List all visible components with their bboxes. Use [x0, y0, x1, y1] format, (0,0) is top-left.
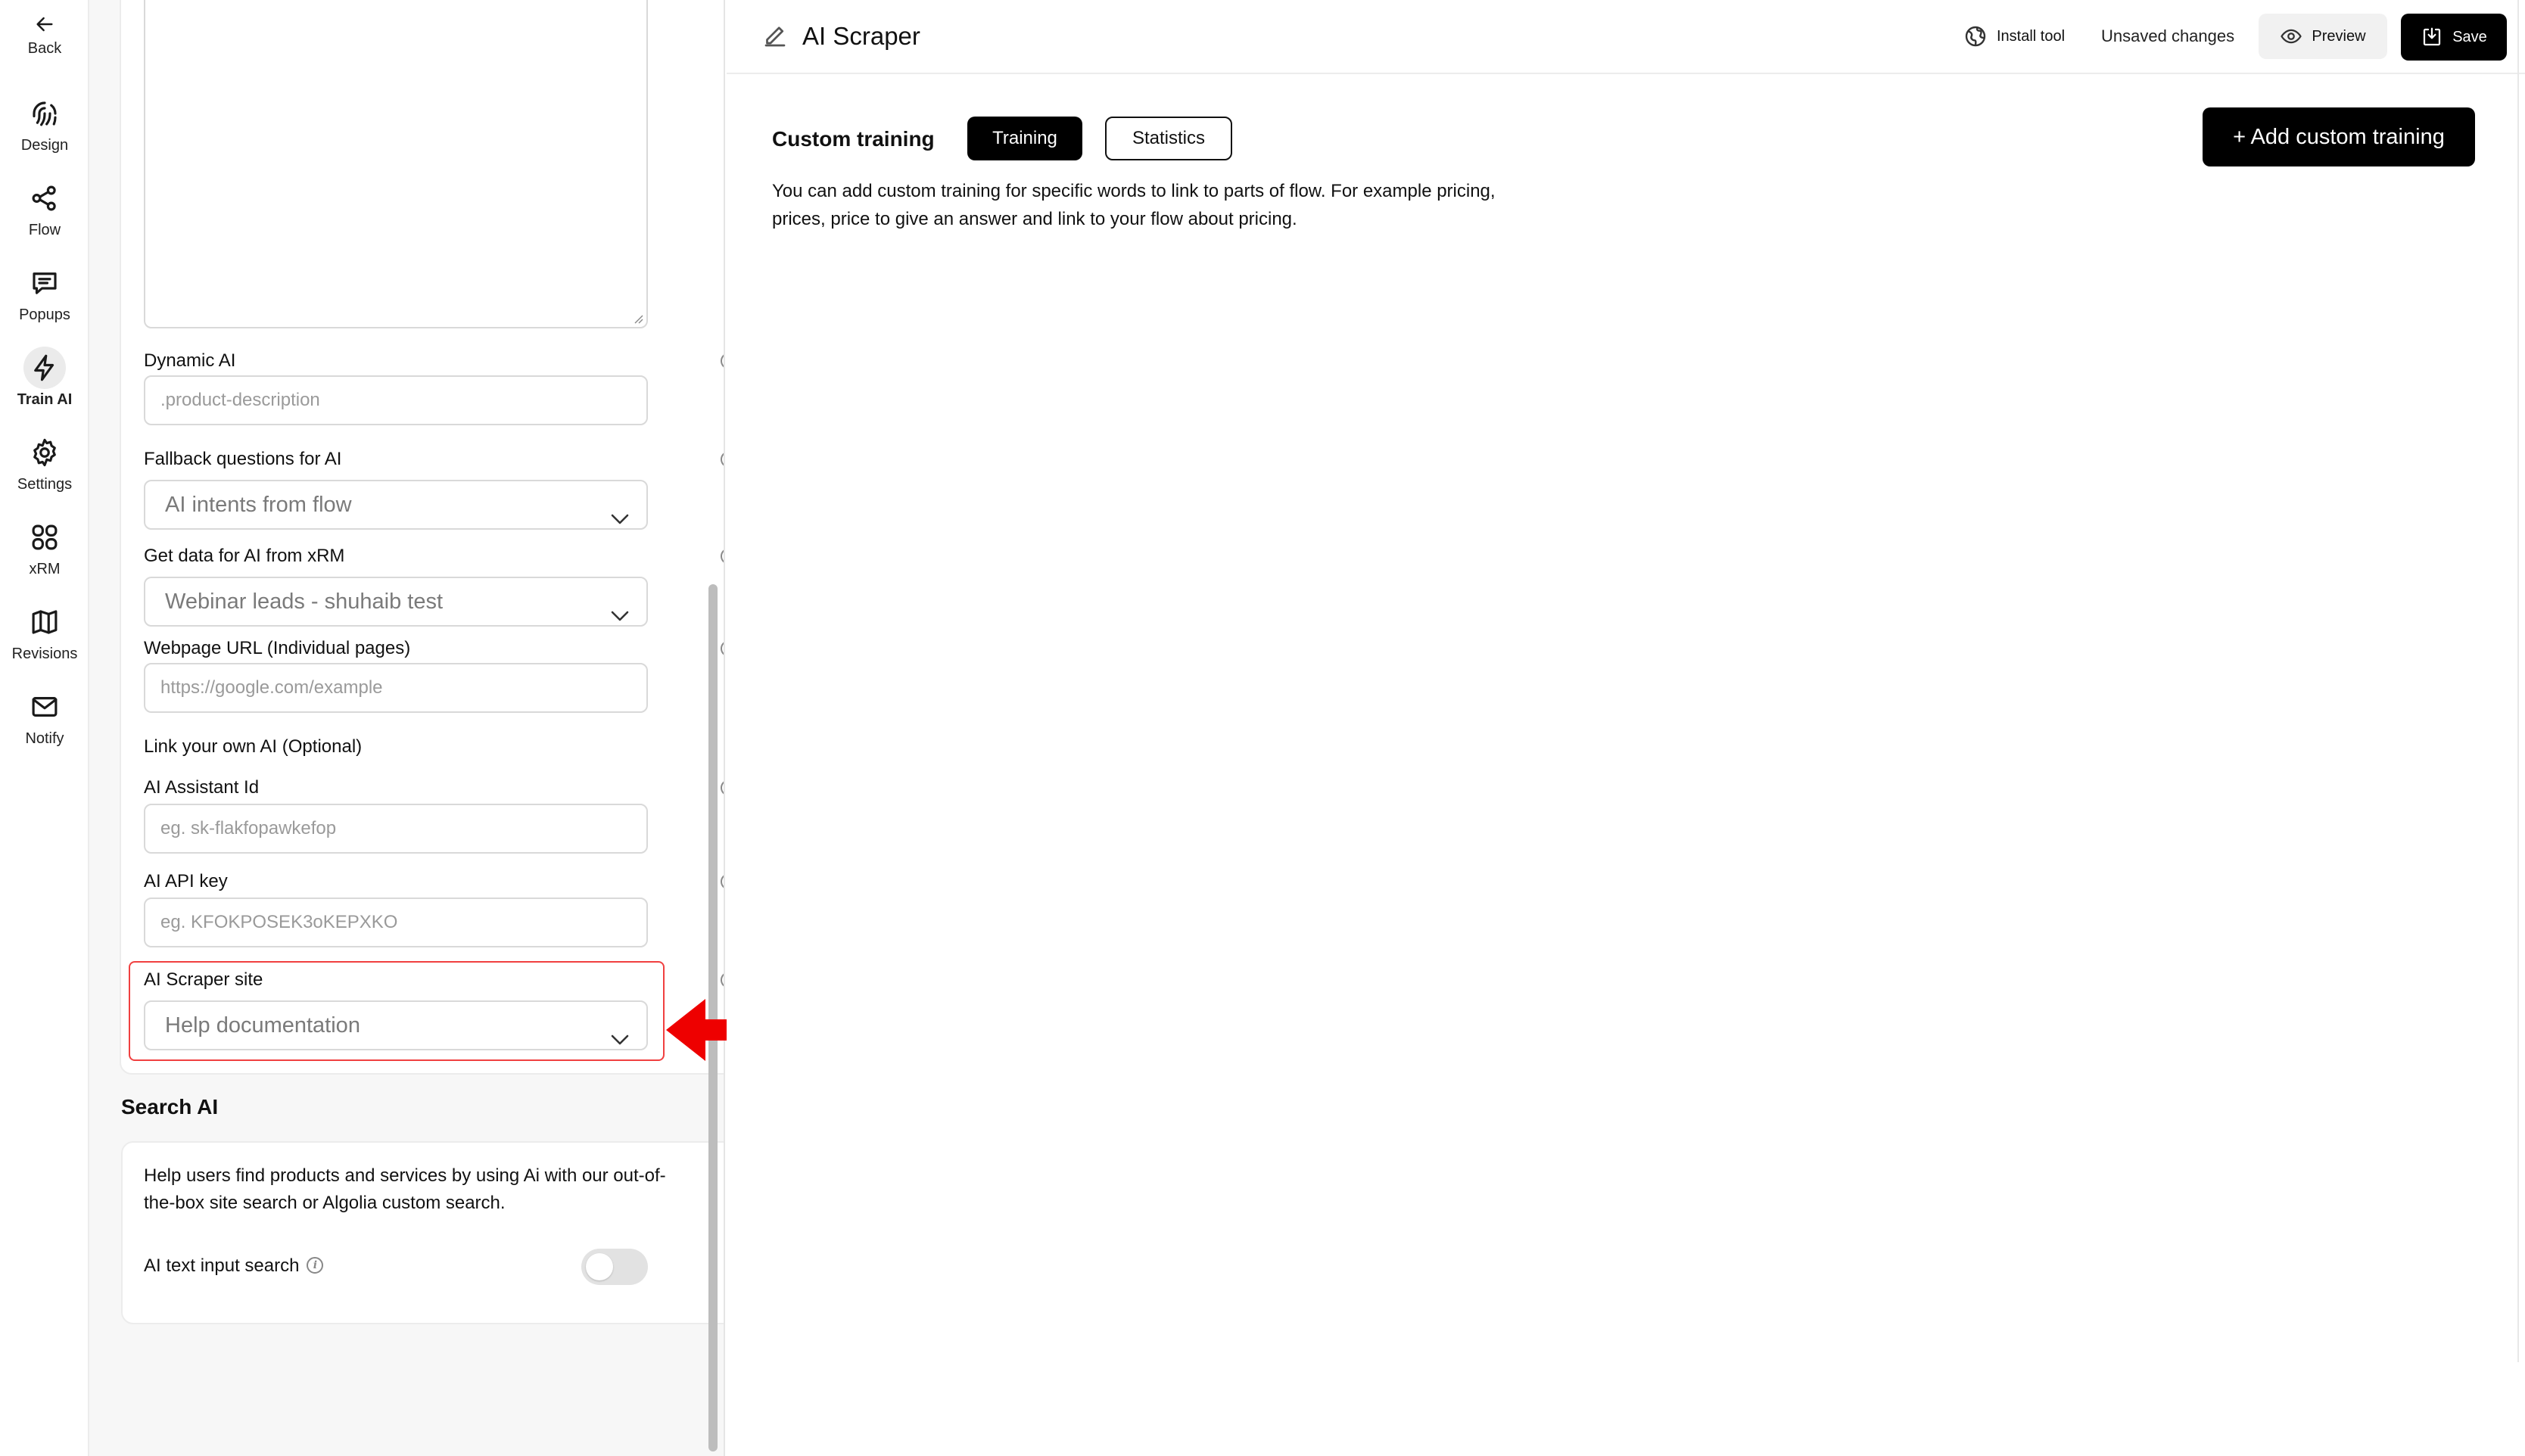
install-tool-button[interactable]: Install tool [1963, 23, 2065, 50]
fallback-questions-select[interactable]: AI intents from flow [144, 480, 648, 530]
nav-label: Revisions [11, 646, 78, 662]
nav-item-flow[interactable]: Flow [0, 177, 89, 239]
select-value: Help documentation [165, 1013, 360, 1038]
nav-item-xrm[interactable]: xRM [0, 516, 89, 578]
dynamic-ai-input[interactable] [144, 375, 648, 425]
nav-item-notify[interactable]: Notify [0, 686, 89, 748]
nav-back-label: Back [27, 40, 62, 57]
info-icon[interactable]: i [307, 1256, 324, 1274]
fallback-questions-label: Fallback questions for AI [144, 449, 342, 469]
select-value: AI intents from flow [165, 493, 352, 517]
nav-item-revisions[interactable]: Revisions [0, 601, 89, 663]
custom-training-title: Custom training [772, 127, 935, 151]
fingerprint-icon [23, 92, 66, 135]
flow-icon [23, 177, 66, 219]
toggle-knob [586, 1253, 613, 1280]
assistant-id-label: AI Assistant Id [144, 777, 260, 798]
page-title[interactable]: AI Scraper [802, 22, 920, 51]
save-label: Save [2452, 28, 2487, 45]
tab-training[interactable]: Training [967, 117, 1082, 160]
nav-back[interactable]: Back [0, 11, 89, 58]
lightning-icon [23, 347, 66, 389]
nav-label: Popups [19, 306, 70, 323]
page-title-group: AI Scraper [761, 20, 920, 53]
save-button[interactable]: Save [2401, 14, 2507, 61]
nav-item-popups[interactable]: Popups [0, 262, 89, 324]
globe-icon [1965, 26, 1986, 47]
nav-item-design[interactable]: Design [0, 92, 89, 154]
nav-label: xRM [29, 561, 61, 577]
webpage-url-label: Webpage URL (Individual pages) [144, 638, 411, 658]
pencil-icon[interactable] [761, 23, 789, 50]
nav-item-train-ai[interactable]: Train AI [0, 347, 89, 409]
map-icon [23, 601, 66, 643]
message-icon [23, 262, 66, 304]
chevron-down-icon [610, 593, 630, 621]
resize-grip-icon[interactable] [633, 313, 643, 324]
top-bar: AI Scraper Install tool Unsaved changes … [727, 0, 2525, 74]
mail-icon [23, 686, 66, 728]
arrow-left-icon [23, 11, 66, 38]
nav-label: Flow [28, 222, 61, 238]
preview-label: Preview [2312, 27, 2366, 45]
nav-item-settings[interactable]: Settings [0, 431, 89, 493]
grid-icon [23, 516, 66, 558]
ai-text-search-label: AI text input search i [144, 1255, 324, 1277]
search-ai-description: Help users find products and services by… [144, 1165, 666, 1213]
right-edge-divider [2517, 0, 2519, 1362]
main-content: AI Scraper Install tool Unsaved changes … [727, 0, 2525, 1456]
dynamic-ai-label: Dynamic AI [144, 350, 236, 371]
unsaved-changes-status: Unsaved changes [2101, 26, 2235, 45]
gear-icon [23, 431, 66, 474]
train-ai-panel: Dynamic AI i Fallback questions for AI i… [89, 0, 725, 1456]
left-nav: Back Design Flow Popups Train AI Setting… [0, 0, 89, 1456]
ai-text-search-text: AI text input search [144, 1255, 300, 1276]
nav-label: Settings [17, 476, 73, 493]
nav-label: Notify [25, 730, 64, 747]
preview-button[interactable]: Preview [2259, 14, 2387, 59]
tab-statistics[interactable]: Statistics [1105, 117, 1232, 160]
select-value: Webinar leads - shuhaib test [165, 590, 444, 614]
xrm-data-select[interactable]: Webinar leads - shuhaib test [144, 577, 648, 627]
save-download-icon [2424, 27, 2441, 46]
install-tool-label: Install tool [1997, 27, 2066, 45]
link-own-ai-label: Link your own AI (Optional) [144, 736, 363, 757]
ai-text-search-toggle[interactable] [581, 1249, 648, 1285]
api-key-input[interactable] [144, 898, 648, 947]
chevron-down-icon [610, 1017, 630, 1045]
eye-icon [2281, 29, 2302, 44]
webpage-url-input[interactable] [144, 663, 648, 713]
custom-training-description: You can add custom training for specific… [772, 181, 1496, 229]
search-ai-title: Search AI [121, 1095, 219, 1118]
assistant-id-input[interactable] [144, 804, 648, 854]
chevron-down-icon [610, 496, 630, 524]
scraper-site-label: AI Scraper site [144, 969, 263, 990]
api-key-label: AI API key [144, 871, 228, 891]
nav-label: Design [20, 137, 69, 154]
nav-label: Train AI [17, 391, 73, 408]
xrm-data-label: Get data for AI from xRM [144, 546, 345, 566]
app-window: Back Design Flow Popups Train AI Setting… [0, 0, 2525, 1456]
add-custom-training-button[interactable]: + Add custom training [2203, 107, 2475, 166]
ai-prompt-textarea[interactable] [144, 0, 648, 328]
scraper-site-select[interactable]: Help documentation [144, 1000, 648, 1050]
